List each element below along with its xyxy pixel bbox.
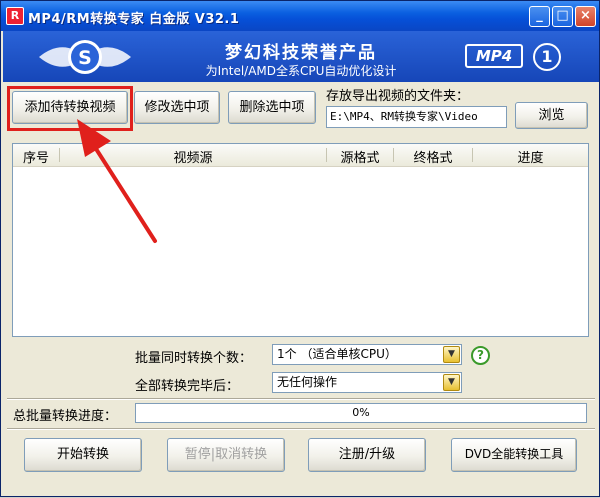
chevron-down-icon[interactable]: ▼ (443, 346, 460, 363)
concurrent-value: 1个 （适合单核CPU） (277, 347, 397, 361)
delete-selected-button[interactable]: 删除选中项 (228, 91, 316, 124)
help-icon[interactable]: ? (471, 346, 490, 365)
banner: S 梦幻科技荣誉产品 为Intel/AMD全系CPU自动优化设计 MP4 1 (3, 31, 599, 82)
column-header-src-format[interactable]: 源格式 (327, 147, 393, 166)
browse-button[interactable]: 浏览 (515, 102, 588, 129)
annotation-highlight-box (7, 86, 133, 131)
title-bar[interactable]: R MP4/RM转换专家 白金版 V32.1 _ □ × (1, 1, 599, 31)
round-badge[interactable]: 1 (533, 43, 561, 71)
concurrent-label: 批量同时转换个数： (135, 351, 253, 366)
column-header-dst-format[interactable]: 终格式 (394, 147, 472, 166)
total-progress-label: 总批量转换进度： (13, 409, 118, 424)
after-complete-label: 全部转换完毕后： (135, 379, 240, 394)
window-title: MP4/RM转换专家 白金版 V32.1 (28, 12, 240, 27)
after-complete-value: 无任何操作 (277, 375, 338, 389)
chevron-down-icon[interactable]: ▼ (443, 374, 460, 391)
column-header-index[interactable]: 序号 (13, 147, 59, 166)
edit-selected-button[interactable]: 修改选中项 (134, 91, 220, 124)
progress-text: 0% (352, 406, 370, 419)
app-window: R MP4/RM转换专家 白金版 V32.1 _ □ × S 梦幻科技荣誉产品 … (0, 0, 600, 497)
divider (7, 398, 595, 400)
export-folder-label: 存放导出视频的文件夹： (326, 89, 470, 104)
divider (7, 428, 595, 430)
after-complete-select[interactable]: 无任何操作 ▼ (272, 372, 462, 393)
maximize-button[interactable]: □ (552, 6, 573, 27)
start-convert-button[interactable]: 开始转换 (24, 438, 142, 472)
minimize-button[interactable]: _ (529, 6, 550, 27)
column-header-progress[interactable]: 进度 (473, 147, 588, 166)
app-icon: R (6, 7, 24, 25)
column-header-source[interactable]: 视频源 (60, 147, 326, 166)
total-progress-bar: 0% (135, 403, 587, 423)
table-header: 序号 视频源 源格式 终格式 进度 (13, 144, 588, 167)
concurrent-select[interactable]: 1个 （适合单核CPU） ▼ (272, 344, 462, 365)
mp4-badge: MP4 (465, 44, 523, 68)
dvd-tool-button[interactable]: DVD全能转换工具 (451, 438, 577, 472)
close-button[interactable]: × (575, 6, 596, 27)
export-folder-input[interactable]: E:\MP4、RM转换专家\Video (326, 106, 507, 128)
register-upgrade-button[interactable]: 注册/升级 (308, 438, 426, 472)
video-list-table[interactable]: 序号 视频源 源格式 终格式 进度 (12, 143, 589, 337)
pause-cancel-button[interactable]: 暂停|取消转换 (167, 438, 285, 472)
